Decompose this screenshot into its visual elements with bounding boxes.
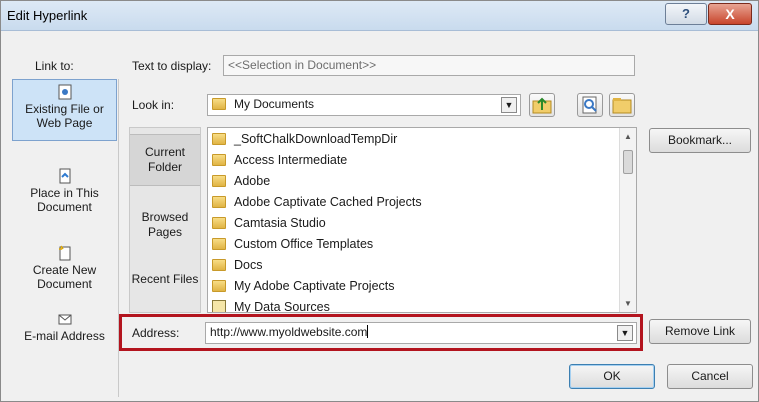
list-item[interactable]: My Adobe Captivate Projects [212, 276, 612, 297]
address-dropdown-arrow[interactable]: ▼ [617, 325, 633, 341]
link-to-pane: Existing File or Web Page Place in This … [11, 79, 119, 397]
list-item[interactable]: _SoftChalkDownloadTempDir [212, 129, 612, 150]
file-list[interactable]: _SoftChalkDownloadTempDir Access Interme… [207, 127, 637, 313]
scroll-down-icon[interactable]: ▼ [620, 295, 636, 312]
link-to-existing-file[interactable]: Existing File or Web Page [12, 79, 117, 141]
list-item[interactable]: My Data Sources [212, 297, 612, 313]
browse-file-button[interactable] [609, 93, 635, 117]
folder-icon [212, 238, 226, 250]
scroll-up-icon[interactable]: ▲ [620, 128, 636, 145]
look-in-value: My Documents [234, 97, 315, 111]
text-to-display-label: Text to display: [132, 59, 212, 73]
list-item-label: _SoftChalkDownloadTempDir [234, 132, 398, 146]
list-item-label: Docs [234, 258, 263, 272]
my-documents-icon [212, 98, 226, 110]
link-to-email-address-label: E-mail Address [24, 329, 105, 343]
folder-icon [212, 196, 226, 208]
list-item-label: Adobe [234, 174, 271, 188]
folder-icon [212, 217, 226, 229]
text-to-display-input[interactable]: <<Selection in Document>> [223, 55, 635, 76]
data-source-icon [212, 300, 226, 312]
close-icon: X [725, 6, 735, 22]
link-to-email-address[interactable]: E-mail Address [12, 307, 117, 357]
place-recent-files[interactable]: Recent Files [130, 266, 200, 312]
address-label: Address: [132, 326, 180, 340]
folder-icon [212, 280, 226, 292]
link-to-create-new-document-label: Create New Document [32, 263, 97, 291]
cancel-button[interactable]: Cancel [667, 364, 753, 389]
browse-file-icon [612, 98, 632, 114]
folder-icon [212, 259, 226, 271]
bookmark-button[interactable]: Bookmark... [649, 128, 751, 153]
ok-button[interactable]: OK [569, 364, 655, 389]
folder-icon [212, 175, 226, 187]
address-input[interactable]: http://www.myoldwebsite.com [205, 322, 637, 344]
close-button[interactable]: X [708, 3, 752, 25]
remove-link-button[interactable]: Remove Link [649, 319, 751, 344]
help-button[interactable]: ? [665, 3, 707, 25]
new-document-icon [58, 245, 70, 261]
text-caret [367, 325, 369, 338]
place-current-folder[interactable]: Current Folder [130, 134, 200, 186]
link-to-label: Link to: [35, 59, 74, 73]
scrollbar-thumb[interactable] [623, 150, 633, 174]
list-item[interactable]: Custom Office Templates [212, 234, 612, 255]
help-icon: ? [682, 6, 690, 21]
dialog-title: Edit Hyperlink [7, 8, 88, 23]
place-browsed-pages[interactable]: Browsed Pages [130, 204, 200, 250]
places-bar: Current Folder Browsed Pages Recent File… [129, 127, 201, 313]
list-item-label: Access Intermediate [234, 153, 348, 167]
list-item[interactable]: Adobe Captivate Cached Projects [212, 192, 612, 213]
look-in-dropdown-arrow[interactable]: ▼ [501, 97, 517, 113]
edit-hyperlink-dialog: Edit Hyperlink ? X Link to: Existing Fil… [0, 0, 759, 402]
link-to-place-in-document[interactable]: Place in This Document [12, 164, 117, 214]
web-page-icon [58, 84, 71, 100]
folder-icon [212, 133, 226, 145]
list-item[interactable]: Docs [212, 255, 612, 276]
address-value: http://www.myoldwebsite.com [210, 325, 368, 339]
folder-icon [212, 154, 226, 166]
link-to-place-in-document-label: Place in This Document [30, 186, 99, 214]
document-place-icon [59, 168, 70, 184]
link-to-existing-file-label: Existing File or Web Page [25, 102, 104, 130]
email-icon [58, 314, 71, 325]
list-item-label: My Data Sources [234, 300, 330, 313]
list-item-label: Camtasia Studio [234, 216, 326, 230]
list-item-label: Custom Office Templates [234, 237, 374, 251]
list-item-label: Adobe Captivate Cached Projects [234, 195, 422, 209]
link-to-create-new-document[interactable]: Create New Document [12, 241, 117, 291]
list-item[interactable]: Camtasia Studio [212, 213, 612, 234]
up-folder-icon [532, 97, 552, 114]
look-in-dropdown[interactable]: My Documents [207, 94, 521, 116]
title-bar: Edit Hyperlink ? X [1, 1, 758, 31]
list-item[interactable]: Access Intermediate [212, 150, 612, 171]
list-item[interactable]: Adobe [212, 171, 612, 192]
browse-web-button[interactable] [577, 93, 603, 117]
list-item-label: My Adobe Captivate Projects [234, 279, 395, 293]
file-list-scrollbar[interactable]: ▲ ▼ [619, 128, 636, 312]
look-in-label: Look in: [132, 98, 175, 112]
browse-web-icon [582, 96, 597, 114]
up-one-folder-button[interactable] [529, 93, 555, 117]
